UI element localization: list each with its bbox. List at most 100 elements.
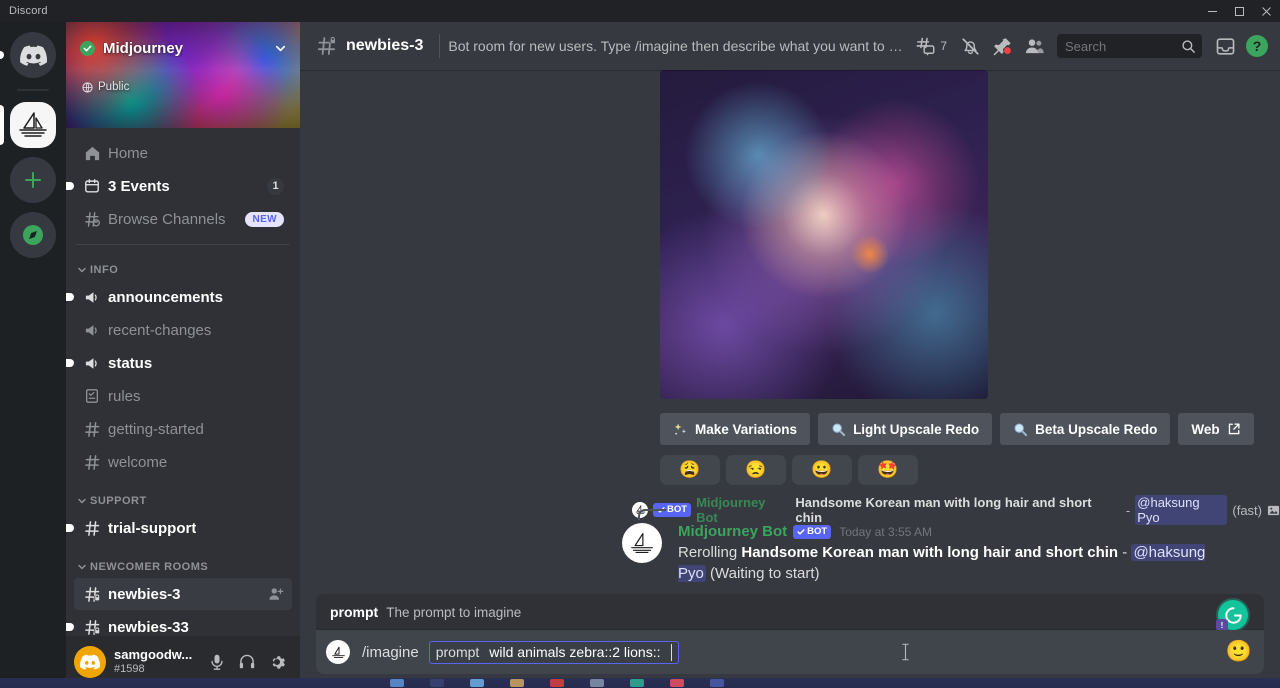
command-option-key: prompt — [435, 644, 480, 660]
chevron-down-icon[interactable] — [273, 41, 288, 56]
taskbar-item-6[interactable] — [590, 679, 604, 687]
sidebar-item-label: welcome — [108, 453, 168, 471]
taskbar-item-7[interactable] — [630, 679, 644, 687]
sidebar-item-events[interactable]: 3 Events 1 — [66, 170, 292, 202]
sidebar-item-rules[interactable]: rules — [74, 380, 292, 412]
announcement-icon — [82, 353, 102, 373]
notification-settings-button[interactable] — [955, 31, 985, 61]
reply-content: BOT Midjourney Bot Handsome Korean man w… — [632, 495, 1280, 525]
sidebar-item-browse-channels[interactable]: Browse Channels NEW — [74, 203, 292, 235]
server-item-midjourney[interactable] — [0, 102, 66, 148]
sidebar-item-getting-started[interactable]: getting-started — [74, 413, 292, 445]
message-separator: - — [1118, 544, 1132, 561]
light-upscale-redo-button[interactable]: Light Upscale Redo — [818, 413, 993, 445]
web-button[interactable]: Web — [1178, 413, 1254, 445]
maximize-button[interactable] — [1226, 0, 1253, 22]
message-author[interactable]: Midjourney Bot — [678, 523, 787, 541]
star-struck-reaction[interactable]: 🤩 — [858, 455, 918, 485]
help-button[interactable]: ? — [1242, 31, 1272, 61]
generated-image-container[interactable] — [660, 70, 1280, 399]
hash-icon — [82, 419, 102, 439]
pinned-messages-button[interactable] — [987, 31, 1017, 61]
guild-header[interactable]: Midjourney — [66, 22, 300, 74]
reply-separator: - — [1125, 502, 1131, 518]
taskbar-item-9[interactable] — [710, 679, 724, 687]
close-button[interactable] — [1253, 0, 1280, 22]
deafen-button[interactable] — [232, 647, 262, 677]
midjourney-generated-image[interactable] — [660, 70, 988, 399]
events-badge-wrap: 1 — [267, 177, 284, 195]
reply-suffix: (fast) — [1232, 502, 1262, 518]
sidebar-item-label: announcements — [108, 288, 224, 306]
grammarly-button[interactable]: ! — [1216, 600, 1248, 631]
command-option-value[interactable]: wild animals zebra::2 lions:: — [489, 644, 660, 660]
minimize-button[interactable] — [1199, 0, 1226, 22]
search-field[interactable] — [1065, 38, 1181, 54]
emoji-picker-button[interactable]: 🙂 — [1226, 640, 1252, 664]
server-item-explore[interactable] — [0, 212, 66, 258]
add-member-icon[interactable] — [268, 586, 284, 602]
sidebar-item-label: newbies-33 — [108, 618, 189, 636]
sidebar-item-welcome[interactable]: welcome — [74, 446, 292, 478]
hash-restricted-icon — [82, 584, 102, 604]
reply-reference[interactable]: BOT Midjourney Bot Handsome Korean man w… — [300, 495, 1280, 525]
sidebar-item-status[interactable]: status — [66, 347, 292, 379]
taskbar-item-8[interactable] — [670, 679, 684, 687]
header-divider — [439, 34, 441, 58]
server-item-discord-home[interactable] — [0, 32, 66, 78]
autocomplete-key: prompt — [330, 604, 379, 620]
hash-restricted-icon — [316, 35, 338, 57]
category-support[interactable]: SUPPORT — [66, 479, 300, 511]
sidebar-item-label: 3 Events — [108, 177, 170, 195]
sidebar-item-label: recent-changes — [108, 321, 212, 339]
taskbar-item-4[interactable] — [510, 679, 524, 687]
message-composer[interactable]: /imagine prompt wild animals zebra::2 li… — [316, 630, 1264, 674]
user-info[interactable]: samgoodw... #1598 — [114, 648, 202, 676]
sidebar-item-newbies-33[interactable]: newbies-33 — [66, 611, 292, 636]
mute-button[interactable] — [202, 647, 232, 677]
sidebar-item-label: getting-started — [108, 420, 204, 438]
bot-message[interactable]: Midjourney Bot BOT Today at 3:55 AM Rero… — [300, 521, 1280, 584]
announcement-icon — [82, 320, 102, 340]
channel-topic[interactable]: Bot room for new users. Type /imagine th… — [448, 38, 910, 54]
taskbar-item-5[interactable] — [550, 679, 564, 687]
message-body: Midjourney Bot BOT Today at 3:55 AM Rero… — [678, 523, 1232, 584]
sidebar-item-recent-changes[interactable]: recent-changes — [74, 314, 292, 346]
weary-face-reaction[interactable]: 😩 — [660, 455, 720, 485]
sidebar-item-trial-support[interactable]: trial-support — [66, 512, 292, 544]
sidebar-item-announcements[interactable]: announcements — [66, 281, 292, 313]
beta-upscale-redo-button[interactable]: Beta Upscale Redo — [1000, 413, 1171, 445]
category-info[interactable]: INFO — [66, 248, 300, 280]
taskbar-item-1[interactable] — [390, 679, 404, 687]
server-item-add-server[interactable] — [0, 157, 66, 203]
guild-banner[interactable]: Midjourney Public — [66, 22, 300, 128]
hash-restricted-icon — [82, 617, 102, 636]
avatar[interactable] — [622, 523, 662, 563]
inbox-button[interactable] — [1210, 31, 1240, 61]
message-list[interactable]: Make Variations Light Upscale Redo Beta … — [300, 70, 1280, 594]
grinning-face-reaction[interactable]: 😀 — [792, 455, 852, 485]
username: samgoodw... — [114, 647, 193, 662]
os-taskbar[interactable] — [0, 678, 1280, 688]
gear-icon[interactable] — [262, 647, 292, 677]
sidebar-item-home[interactable]: Home — [74, 137, 292, 169]
threads-button[interactable] — [910, 31, 940, 61]
sidebar-item-newbies-3[interactable]: newbies-3 — [74, 578, 292, 610]
avatar[interactable] — [74, 646, 106, 678]
unamused-face-reaction[interactable]: 😒 — [726, 455, 786, 485]
category-newcomer-rooms[interactable]: NEWCOMER ROOMS — [66, 545, 300, 577]
command-autocomplete[interactable]: prompt The prompt to imagine ! — [316, 594, 1264, 631]
make-variations-button[interactable]: Make Variations — [660, 413, 811, 445]
taskbar-item-3[interactable] — [470, 679, 484, 687]
guild-name: Midjourney — [103, 39, 184, 57]
member-list-button[interactable] — [1019, 31, 1049, 61]
command-option-chip[interactable]: prompt wild animals zebra::2 lions:: — [428, 640, 680, 664]
rail-divider — [17, 89, 49, 91]
category-label: INFO — [90, 264, 119, 276]
hash-search-icon — [82, 209, 102, 229]
search-input[interactable] — [1057, 34, 1202, 58]
taskbar-item-2[interactable] — [430, 679, 444, 687]
bot-badge: BOT — [793, 525, 832, 539]
sparkles-icon — [673, 422, 688, 437]
message-header: Midjourney Bot BOT Today at 3:55 AM — [678, 523, 1232, 541]
